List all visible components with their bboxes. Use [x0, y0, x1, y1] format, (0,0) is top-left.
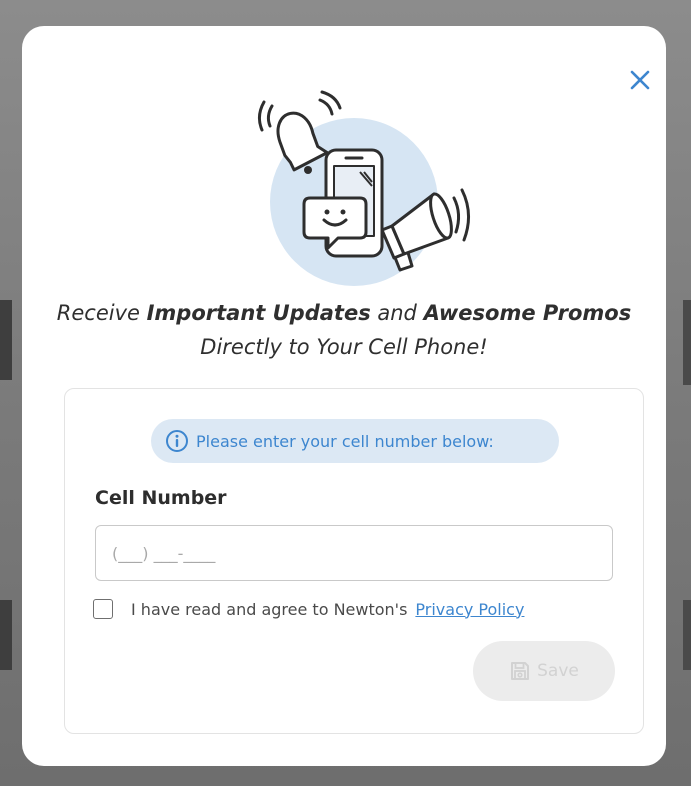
- info-icon: [166, 430, 188, 452]
- cell-number-label: Cell Number: [95, 487, 227, 509]
- save-label: Save: [537, 661, 579, 681]
- headline-emphasis: Important Updates: [146, 301, 371, 325]
- backdrop-edge: [683, 300, 691, 385]
- close-icon: [630, 70, 650, 90]
- info-text: Please enter your cell number below:: [196, 431, 494, 451]
- save-icon: [511, 662, 530, 680]
- cell-number-input[interactable]: [95, 525, 613, 581]
- headline: Receive Important Updates and Awesome Pr…: [22, 296, 666, 364]
- headline-text: and: [370, 301, 424, 325]
- hero-illustration: [257, 90, 470, 286]
- backdrop-edge: [0, 600, 12, 670]
- headline-text: Directly to Your Cell Phone!: [200, 335, 488, 359]
- agree-text: I have read and agree to Newton's: [131, 599, 408, 619]
- info-banner: Please enter your cell number below:: [151, 419, 559, 463]
- agree-checkbox[interactable]: [93, 599, 113, 619]
- backdrop-edge: [683, 600, 691, 670]
- sms-signup-modal: Receive Important Updates and Awesome Pr…: [22, 26, 666, 766]
- save-button[interactable]: Save: [473, 641, 615, 701]
- headline-text: Receive: [56, 301, 147, 325]
- privacy-policy-link[interactable]: Privacy Policy: [415, 600, 524, 619]
- backdrop-edge: [0, 300, 12, 380]
- cell-number-form: Please enter your cell number below: Cel…: [64, 388, 644, 734]
- headline-emphasis: Awesome Promos: [423, 301, 632, 325]
- close-button[interactable]: [622, 62, 658, 98]
- privacy-agreement: I have read and agree to Newton's Privac…: [93, 599, 524, 619]
